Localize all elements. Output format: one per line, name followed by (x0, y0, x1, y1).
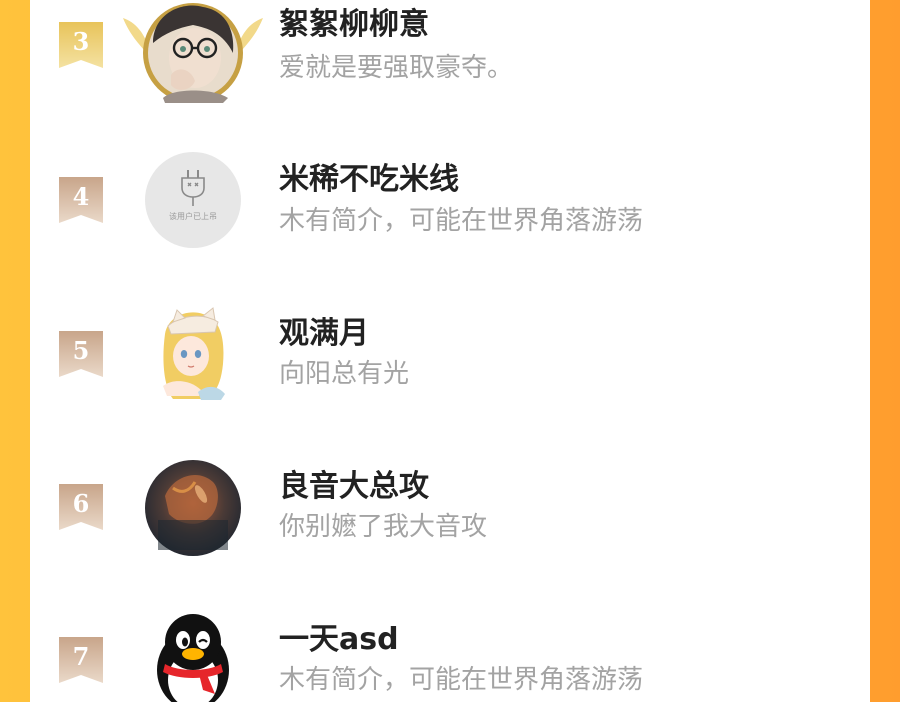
ranking-list: 3 絮絮柳柳意 爱就是要强取豪夺。 4 该用户已上吊 米稀不吃米线 木有简介，可… (30, 0, 870, 702)
ranking-row[interactable]: 6 良音大总攻 你别嬷了我大音攻 (30, 453, 870, 573)
user-bio: 爱就是要强取豪夺。 (279, 53, 514, 83)
rank-badge: 5 (59, 331, 103, 377)
rank-number: 3 (72, 27, 90, 56)
anime-girl-cat-hat-avatar-icon (145, 306, 241, 402)
user-bio: 向阳总有光 (279, 359, 410, 389)
user-name[interactable]: 观满月 (279, 316, 369, 352)
rank-badge: 7 (59, 637, 103, 683)
anime-man-glasses-avatar-icon (123, 3, 263, 103)
avatar[interactable]: 该用户已上吊 (143, 150, 243, 250)
ranking-row[interactable]: 5 观满月 向阳总有光 (30, 300, 870, 420)
user-bio: 木有简介，可能在世界角落游荡 (279, 665, 644, 695)
rank-badge: 6 (59, 484, 103, 530)
ranking-row[interactable]: 3 絮絮柳柳意 爱就是要强取豪夺。 (30, 0, 870, 112)
avatar[interactable] (143, 304, 243, 404)
ranking-panel: 3 絮絮柳柳意 爱就是要强取豪夺。 4 该用户已上吊 米稀不吃米线 木有简介，可… (30, 0, 870, 702)
dark-photo-avatar-icon (145, 460, 241, 556)
avatar[interactable] (143, 610, 243, 702)
ranking-row[interactable]: 4 该用户已上吊 米稀不吃米线 木有简介，可能在世界角落游荡 (30, 146, 870, 266)
rank-number: 6 (72, 489, 90, 518)
user-name[interactable]: 絮絮柳柳意 (279, 7, 429, 43)
rank-number: 7 (72, 642, 90, 671)
ranking-row[interactable]: 7 一天asd 木有简介，可能在世界角落游荡 (30, 606, 870, 702)
rank-badge: 4 (59, 177, 103, 223)
avatar[interactable] (123, 3, 263, 103)
avatar[interactable] (143, 458, 243, 558)
rank-number: 5 (72, 336, 90, 365)
user-bio: 木有简介，可能在世界角落游荡 (279, 206, 644, 236)
avatar-caption: 该用户已上吊 (169, 212, 217, 221)
rank-number: 4 (72, 182, 90, 211)
qq-penguin-avatar-icon (157, 614, 229, 702)
default-plug-avatar-icon (145, 152, 241, 248)
user-name[interactable]: 良音大总攻 (279, 469, 429, 505)
user-name[interactable]: 一天asd (279, 622, 399, 658)
user-name[interactable]: 米稀不吃米线 (279, 162, 459, 198)
user-bio: 你别嬷了我大音攻 (279, 512, 488, 542)
rank-badge: 3 (59, 22, 103, 68)
